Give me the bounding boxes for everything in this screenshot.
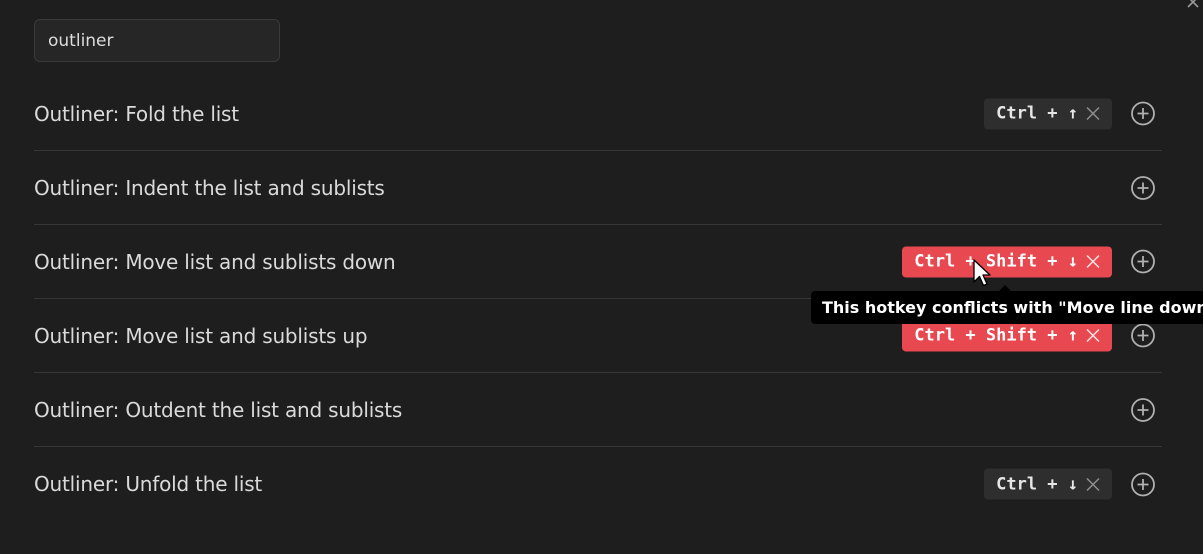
hotkey-text: Ctrl + ↑	[996, 103, 1078, 124]
command-row-indent: Outliner: Indent the list and sublists	[34, 151, 1162, 225]
hotkey-controls: Ctrl + Shift + ↓	[902, 246, 1156, 277]
x-icon[interactable]	[1084, 327, 1102, 345]
hotkey-text: Ctrl + Shift + ↓	[914, 251, 1078, 272]
hotkey-controls	[1130, 175, 1156, 201]
mouse-pointer-icon	[973, 259, 991, 287]
plus-circle-icon[interactable]	[1130, 323, 1156, 349]
hotkey-controls: Ctrl + ↓	[984, 468, 1156, 500]
hotkey-chip-conflict: Ctrl + Shift + ↑	[902, 320, 1112, 351]
hotkey-chip: Ctrl + ↓	[984, 468, 1112, 500]
hotkey-text: Ctrl + ↓	[996, 474, 1078, 494]
plus-circle-icon[interactable]	[1130, 175, 1156, 201]
hotkey-controls: Ctrl + ↑	[984, 98, 1156, 129]
command-label: Outliner: Unfold the list	[34, 472, 263, 496]
command-label: Outliner: Outdent the list and sublists	[34, 397, 403, 422]
hotkey-chip-conflict: Ctrl + Shift + ↓	[902, 246, 1112, 277]
hotkey-controls	[1130, 397, 1156, 423]
x-icon[interactable]	[1084, 253, 1102, 271]
command-row-fold: Outliner: Fold the list Ctrl + ↑	[34, 77, 1162, 151]
x-icon[interactable]	[1084, 105, 1102, 123]
conflict-tooltip: This hotkey conflicts with "Move line do…	[811, 285, 1203, 324]
hotkeys-settings-page: Outliner: Fold the list Ctrl + ↑ Outline…	[0, 0, 1203, 554]
hotkey-chip: Ctrl + ↑	[984, 98, 1112, 129]
command-row-outdent: Outliner: Outdent the list and sublists	[34, 373, 1162, 447]
plus-circle-icon[interactable]	[1130, 397, 1156, 423]
hotkey-text: Ctrl + Shift + ↑	[914, 325, 1078, 346]
command-label: Outliner: Fold the list	[34, 101, 239, 126]
x-icon[interactable]	[1084, 475, 1102, 493]
search-input[interactable]	[34, 19, 280, 62]
command-row-move-down: Outliner: Move list and sublists down Ct…	[34, 225, 1162, 299]
command-label: Outliner: Move list and sublists up	[34, 323, 368, 348]
command-label: Outliner: Move list and sublists down	[34, 249, 396, 274]
command-label: Outliner: Indent the list and sublists	[34, 175, 385, 200]
plus-circle-icon[interactable]	[1130, 101, 1156, 127]
command-row-unfold: Outliner: Unfold the list Ctrl + ↓	[34, 447, 1162, 521]
plus-circle-icon[interactable]	[1130, 471, 1156, 497]
plus-circle-icon[interactable]	[1130, 249, 1156, 275]
hotkey-controls: Ctrl + Shift + ↑	[902, 320, 1156, 351]
close-icon[interactable]	[1185, 0, 1201, 10]
